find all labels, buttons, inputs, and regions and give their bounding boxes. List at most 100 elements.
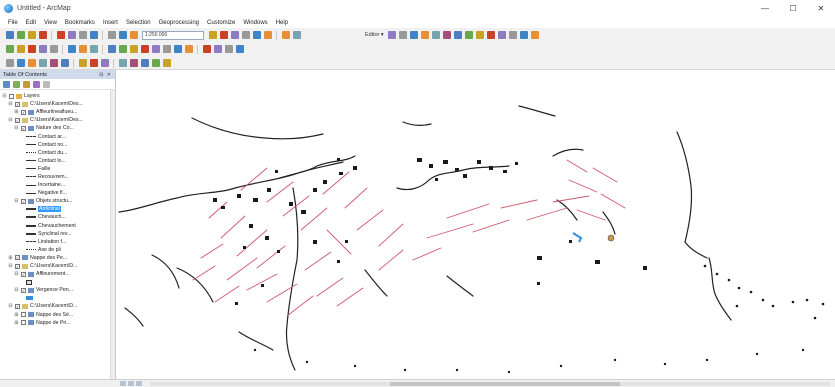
georef-tool-5-icon[interactable] [49, 59, 58, 67]
map-canvas[interactable] [117, 70, 835, 379]
layer-visibility-checkbox[interactable]: ✓ [21, 109, 26, 115]
layer-visibility-checkbox[interactable] [9, 93, 14, 99]
layer-visibility-checkbox[interactable]: ✓ [21, 287, 26, 293]
scrollbar-thumb[interactable] [390, 382, 620, 386]
toc-header-buttons[interactable]: ⊟ ✕ [99, 72, 112, 78]
layer-visibility-checkbox[interactable]: ✓ [21, 198, 26, 204]
collapse-icon[interactable]: ⊟ [8, 303, 13, 309]
edit-tool-1-icon[interactable] [56, 31, 65, 39]
legend-class-row[interactable]: Contact no... [0, 141, 115, 149]
collapse-icon[interactable]: ⊟ [8, 117, 13, 123]
expand-icon[interactable]: ⊞ [14, 320, 19, 326]
editor-tool-10-icon[interactable] [487, 31, 496, 39]
draw-tool-5-icon[interactable] [162, 59, 171, 67]
python-tool-2-icon[interactable] [292, 31, 301, 39]
standard-tool-4-icon[interactable] [38, 31, 47, 39]
layer-row[interactable]: ⊟ ✓ Objets structu... [0, 197, 115, 205]
window-tool-6-icon[interactable] [263, 31, 272, 39]
list-by-source-icon[interactable] [13, 80, 20, 88]
pan-tool-1-icon[interactable] [67, 45, 76, 53]
legend-class-row[interactable] [0, 278, 115, 286]
expand-icon[interactable]: ⊞ [14, 312, 19, 318]
pan-tool-3-icon[interactable] [89, 45, 98, 53]
map-horizontal-scrollbar[interactable] [150, 382, 830, 386]
layer-row[interactable]: ⊟ ✓ Nature des Co... [0, 124, 115, 132]
draw-tool-4-icon[interactable] [151, 59, 160, 67]
editor-tool-7-icon[interactable] [454, 31, 463, 39]
select-tool-5-icon[interactable] [151, 45, 160, 53]
editor-tool-4-icon[interactable] [421, 31, 430, 39]
legend-class-row[interactable]: Contact ar... [0, 132, 115, 140]
georef-tool-2-icon[interactable] [16, 59, 25, 67]
menu-windows[interactable]: Windows [243, 20, 267, 26]
layer-visibility-checkbox[interactable]: ✓ [15, 101, 20, 107]
collapse-icon[interactable]: ⊟ [14, 125, 19, 131]
standard-tool-3-icon[interactable] [27, 31, 36, 39]
collapse-icon[interactable]: ⊟ [14, 198, 19, 204]
layer-row[interactable]: ⊟ ✓ Vergence Pen... [0, 286, 115, 294]
legend-class-row[interactable]: Recouvrem... [0, 173, 115, 181]
legend-class-row[interactable]: Incertaine... [0, 181, 115, 189]
measure-tool-3-icon[interactable] [224, 45, 233, 53]
legend-class-row[interactable]: Axe de pli [0, 246, 115, 254]
georef-tool-4-icon[interactable] [38, 59, 47, 67]
window-tool-2-icon[interactable] [219, 31, 228, 39]
georef-tool-6-icon[interactable] [60, 59, 69, 67]
navigate-tool-2-icon[interactable] [16, 45, 25, 53]
list-by-selection-icon[interactable] [33, 80, 40, 88]
editor-tool-12-icon[interactable] [509, 31, 518, 39]
navigate-tool-3-icon[interactable] [27, 45, 36, 53]
georef-tool-1-icon[interactable] [5, 59, 14, 67]
layer-row[interactable]: ⊞ ✓ Nappe des Pe... [0, 254, 115, 262]
select-tool-2-icon[interactable] [118, 45, 127, 53]
edit-tool-4-icon[interactable] [89, 31, 98, 39]
layer-visibility-checkbox[interactable]: ✓ [21, 271, 26, 277]
window-tool-3-icon[interactable] [230, 31, 239, 39]
legend-class-row[interactable]: Negative fl... [0, 189, 115, 197]
draw-tool-1-icon[interactable] [118, 59, 127, 67]
layout-tool-2-icon[interactable] [89, 59, 98, 67]
editor-tool-8-icon[interactable] [465, 31, 474, 39]
draw-tool-2-icon[interactable] [129, 59, 138, 67]
map-scale-input[interactable]: 1:250 000 [142, 30, 204, 40]
navigate-tool-4-icon[interactable] [38, 45, 47, 53]
add-data-tool-3-icon[interactable] [129, 31, 138, 39]
layer-visibility-checkbox[interactable]: ✓ [15, 263, 20, 269]
map-view[interactable] [117, 70, 835, 379]
standard-tool-2-icon[interactable] [16, 31, 25, 39]
collapse-icon[interactable]: ⊟ [8, 101, 13, 107]
menu-customize[interactable]: Customize [207, 20, 235, 26]
draw-tool-3-icon[interactable] [140, 59, 149, 67]
layer-row[interactable]: ⊟ ✓ C:\Users\Kacem\D... [0, 302, 115, 310]
editor-tool-11-icon[interactable] [498, 31, 507, 39]
editor-tool-2-icon[interactable] [399, 31, 408, 39]
select-tool-6-icon[interactable] [162, 45, 171, 53]
legend-class-row[interactable]: Contact du... [0, 149, 115, 157]
edit-tool-3-icon[interactable] [78, 31, 87, 39]
menu-insert[interactable]: Insert [103, 20, 118, 26]
measure-tool-2-icon[interactable] [213, 45, 222, 53]
layout-tool-1-icon[interactable] [78, 59, 87, 67]
legend-class-row[interactable]: Linéation f... [0, 238, 115, 246]
expand-icon[interactable]: ⊞ [8, 255, 13, 261]
layer-row[interactable]: ⊞ ✓ Affleurlineaflueu... [0, 108, 115, 116]
layer-visibility-checkbox[interactable]: ✓ [15, 303, 20, 309]
layout-view-button[interactable] [128, 381, 134, 386]
legend-class-row[interactable]: Anticlinal [0, 205, 115, 213]
select-tool-7-icon[interactable] [173, 45, 182, 53]
measure-tool-4-icon[interactable] [235, 45, 244, 53]
menu-help[interactable]: Help [276, 20, 288, 26]
layer-row[interactable]: ⊟ ✓ Affleurement... [0, 270, 115, 278]
collapse-icon[interactable]: ⊟ [14, 271, 19, 277]
options-icon[interactable] [43, 80, 50, 88]
standard-tool-1-icon[interactable] [5, 31, 14, 39]
legend-class-row[interactable]: Contact lo... [0, 157, 115, 165]
legend-class-row[interactable]: Chevauchement [0, 222, 115, 230]
editor-tool-3-icon[interactable] [410, 31, 419, 39]
minimize-button[interactable]: — [751, 0, 779, 17]
layer-row[interactable]: ⊟ Layers [0, 92, 115, 100]
editor-menu[interactable]: Editor ▾ [365, 32, 384, 38]
collapse-icon[interactable]: ⊟ [14, 287, 19, 293]
close-button[interactable]: ✕ [807, 0, 835, 17]
layer-row[interactable]: ⊞ Nappe des Sé... [0, 311, 115, 319]
